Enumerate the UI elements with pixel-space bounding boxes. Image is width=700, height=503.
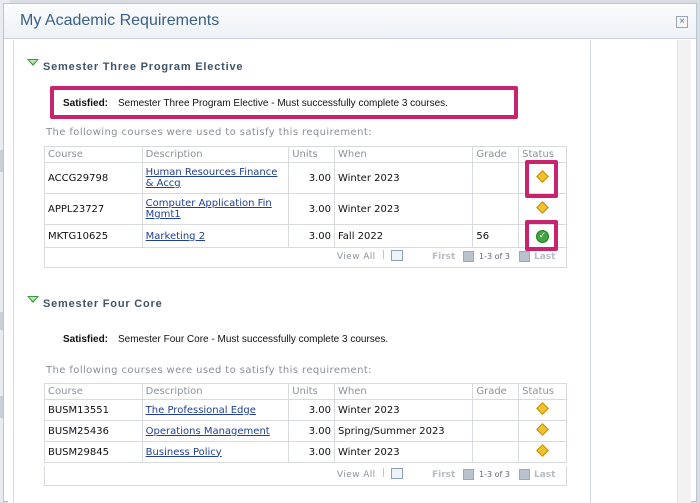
last-link: Last <box>534 252 556 262</box>
zoom-icon[interactable] <box>391 468 403 479</box>
col-when: When <box>333 383 474 400</box>
col-description: Description <box>141 146 290 163</box>
table-header-row: Course Description Units When Grade Stat… <box>44 383 567 400</box>
table-row: BUSM29845 Business Policy 3.00 Winter 20… <box>44 441 567 463</box>
col-course: Course <box>44 146 143 163</box>
dialog-body: Semester Three Program Elective Satisfie… <box>8 40 691 503</box>
last-link: Last <box>534 470 556 480</box>
grade <box>472 193 520 225</box>
units: 3.00 <box>288 224 335 248</box>
table-row: BUSM25436 Operations Management 3.00 Spr… <box>44 420 567 442</box>
course-description-link[interactable]: Business Policy <box>146 447 222 458</box>
grade: 56 <box>472 224 520 248</box>
course-code: APPL23727 <box>44 193 143 225</box>
units: 3.00 <box>288 441 335 463</box>
courses-table: Course Description Units When Grade Stat… <box>44 383 567 463</box>
zoom-icon[interactable] <box>391 250 403 261</box>
in-progress-icon <box>536 201 549 214</box>
course-description-link[interactable]: Human Resources Finance & Accg <box>146 167 278 189</box>
separator: | <box>382 250 386 260</box>
when: Winter 2023 <box>333 162 474 194</box>
close-icon[interactable]: × <box>676 16 688 28</box>
grade <box>472 420 520 442</box>
course-code: BUSM25436 <box>44 420 143 442</box>
col-grade: Grade <box>472 383 520 400</box>
when: Fall 2022 <box>333 224 474 248</box>
prev-arrow-icon <box>463 469 474 480</box>
group-title: Semester Four Core <box>43 298 163 310</box>
table-row: MKTG10625 Marketing 2 3.00 Fall 2022 56 … <box>44 224 567 248</box>
in-progress-icon <box>536 423 549 436</box>
satisfied-label: Satisfied: <box>63 334 109 345</box>
col-units: Units <box>288 383 335 400</box>
table-row: APPL23727 Computer Application Fin Mgmt1… <box>44 193 567 225</box>
in-progress-icon <box>536 402 549 415</box>
grade <box>472 441 520 463</box>
highlight-box <box>525 220 558 251</box>
requirements-content: Semester Three Program Elective Satisfie… <box>13 40 591 503</box>
when: Winter 2023 <box>333 399 474 421</box>
first-link: First <box>432 252 456 262</box>
table-navigation: View All | First 1-3 of 3 Last <box>44 466 567 486</box>
col-status: Status <box>518 383 567 400</box>
view-all-link[interactable]: View All <box>337 470 376 480</box>
course-description-link[interactable]: Marketing 2 <box>146 231 205 242</box>
when: Winter 2023 <box>333 193 474 225</box>
next-arrow-icon <box>519 251 530 262</box>
view-all-link[interactable]: View All <box>337 252 376 262</box>
units: 3.00 <box>288 420 335 442</box>
when: Spring/Summer 2023 <box>333 420 474 442</box>
col-units: Units <box>288 146 335 163</box>
units: 3.00 <box>288 399 335 421</box>
col-when: When <box>333 146 474 163</box>
satisfied-label: Satisfied: <box>63 98 109 109</box>
course-description-link[interactable]: The Professional Edge <box>146 405 256 416</box>
expand-triangle-icon[interactable] <box>27 59 39 66</box>
table-header-row: Course Description Units When Grade Stat… <box>44 146 567 163</box>
col-grade: Grade <box>472 146 520 163</box>
col-description: Description <box>141 383 290 400</box>
courses-table: Course Description Units When Grade Stat… <box>44 146 567 248</box>
course-description-link[interactable]: Operations Management <box>146 426 270 437</box>
used-note: The following courses were used to satis… <box>46 127 372 138</box>
course-code: MKTG10625 <box>44 224 143 248</box>
units: 3.00 <box>288 162 335 194</box>
grade <box>472 399 520 421</box>
course-code: BUSM29845 <box>44 441 143 463</box>
satisfied-text: Semester Four Core - Must successfully c… <box>118 334 389 345</box>
table-navigation: View All | First 1-3 of 3 Last <box>44 248 567 268</box>
row-count: 1-3 of 3 <box>479 470 510 479</box>
in-progress-icon <box>536 444 549 457</box>
table-row: ACCG29798 Human Resources Finance & Accg… <box>44 162 567 194</box>
status-cell <box>518 441 567 463</box>
used-note: The following courses were used to satis… <box>46 365 372 376</box>
units: 3.00 <box>288 193 335 225</box>
row-count: 1-3 of 3 <box>479 252 510 261</box>
col-course: Course <box>44 383 143 400</box>
next-arrow-icon <box>519 469 530 480</box>
status-cell <box>518 399 567 421</box>
course-code: ACCG29798 <box>44 162 143 194</box>
grade <box>472 162 520 194</box>
status-cell <box>518 420 567 442</box>
table-row: BUSM13551 The Professional Edge 3.00 Win… <box>44 399 567 421</box>
prev-arrow-icon <box>463 251 474 262</box>
course-code: BUSM13551 <box>44 399 143 421</box>
satisfied-line: Satisfied: Semester Four Core - Must succ… <box>63 334 388 345</box>
group-title: Semester Three Program Elective <box>43 61 244 73</box>
first-link: First <box>432 470 456 480</box>
requirements-dialog: My Academic Requirements × Semester Thre… <box>3 3 697 503</box>
dialog-title: My Academic Requirements <box>20 12 220 29</box>
vertical-scrollbar[interactable] <box>677 40 691 503</box>
expand-triangle-icon[interactable] <box>27 296 39 303</box>
satisfied-text: Semester Three Program Elective - Must s… <box>118 98 448 109</box>
highlight-box <box>525 160 558 198</box>
separator: | <box>382 468 386 478</box>
when: Winter 2023 <box>333 441 474 463</box>
dialog-titlebar: My Academic Requirements × <box>4 4 696 39</box>
course-description-link[interactable]: Computer Application Fin Mgmt1 <box>146 198 272 220</box>
satisfied-line: Satisfied: Semester Three Program Electiv… <box>63 98 448 109</box>
